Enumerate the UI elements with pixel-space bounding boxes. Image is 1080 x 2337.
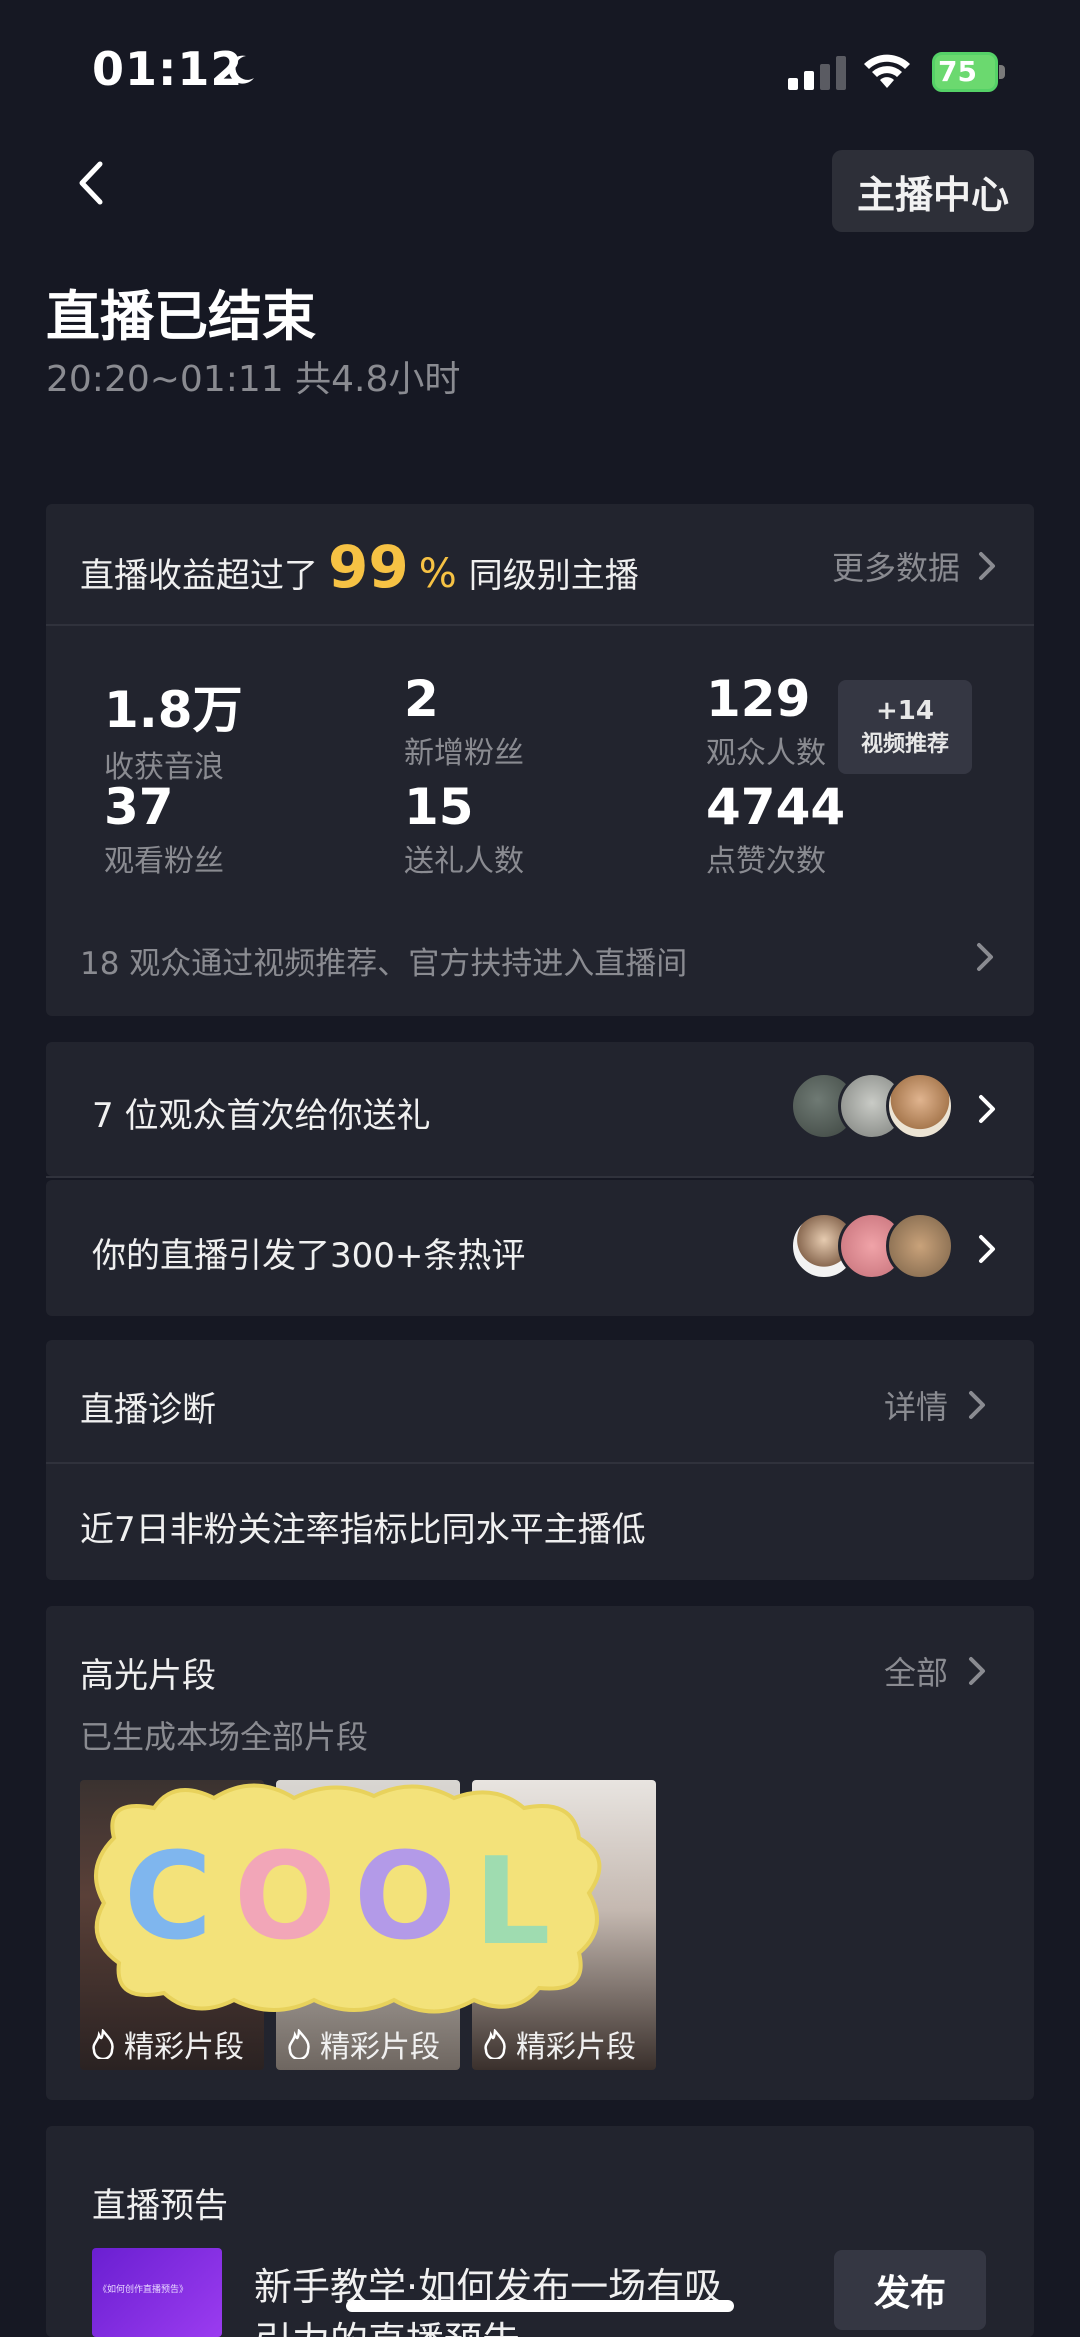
diagnosis-note: 近7日非粉关注率指标比同水平主播低 <box>80 1510 646 1550</box>
cellular-signal-icon <box>788 56 846 90</box>
more-data-label: 更多数据 <box>831 549 960 587</box>
cool-letter-o2: O <box>354 1828 456 1967</box>
tutorial-title-line2[interactable]: 引力的直播预告 <box>254 2310 520 2337</box>
clip-label-3: 精彩片段 <box>482 2022 636 2066</box>
stat-value: 129 <box>706 670 811 728</box>
cool-sticker: C O O L <box>94 1783 602 2014</box>
chevron-right-icon <box>979 1235 995 1263</box>
diagnosis-detail-link[interactable]: 详情 <box>884 1382 988 1428</box>
comment-avatars <box>790 1212 960 1284</box>
cool-letter-l: L <box>474 1833 550 1972</box>
stat-label: 点赞次数 <box>706 844 826 879</box>
cool-letter-o: O <box>234 1828 336 1967</box>
publish-button[interactable]: 发布 <box>834 2250 986 2330</box>
stat-label: 观众人数 <box>706 736 826 771</box>
highlights-title: 高光片段 <box>80 1656 216 1696</box>
diagnosis-title: 直播诊断 <box>80 1390 216 1430</box>
home-indicator[interactable] <box>346 2300 734 2312</box>
stat-watching-fans: 37 观看粉丝 <box>104 778 224 880</box>
avatar <box>886 1072 954 1140</box>
anchor-center-button[interactable]: 主播中心 <box>832 150 1034 232</box>
revenue-suffix: 同级别主播 <box>468 556 639 596</box>
more-data-link[interactable]: 更多数据 <box>832 543 998 589</box>
chevron-right-icon <box>969 1391 986 1419</box>
status-time: 01:12 <box>92 42 244 96</box>
battery-level: 75 <box>938 55 977 88</box>
highlights-all-link[interactable]: 全部 <box>884 1648 988 1694</box>
row-divider <box>46 1176 1034 1178</box>
flame-icon <box>92 2029 114 2059</box>
revenue-percent: 99 <box>328 533 409 601</box>
stat-value: 15 <box>404 778 474 836</box>
stat-value: 1.8万 <box>104 681 243 739</box>
battery-indicator: 75 <box>932 52 1006 92</box>
chevron-right-icon <box>979 1095 995 1123</box>
page-title: 直播已结束 <box>46 285 316 348</box>
avatar <box>886 1212 954 1280</box>
stat-income: 1.8万 收获音浪 <box>104 670 243 786</box>
clip-label-text: 精彩片段 <box>124 2030 244 2065</box>
live-preview-title: 直播预告 <box>92 2186 228 2226</box>
revenue-rank-line: 直播收益超过了 99% 同级别主播 <box>80 538 639 597</box>
flame-icon <box>288 2029 310 2059</box>
revenue-percent-sign: % <box>418 551 457 597</box>
stat-label: 新增粉丝 <box>404 736 524 771</box>
stat-value: 4744 <box>706 778 846 836</box>
highlights-subtitle: 已生成本场全部片段 <box>80 1718 369 1756</box>
tutorial-thumbnail[interactable]: 《如何创作直播预告》 <box>92 2248 222 2337</box>
chevron-right-icon <box>969 1657 986 1685</box>
revenue-prefix: 直播收益超过了 <box>80 556 318 596</box>
stat-viewers: 129 观众人数 <box>706 670 826 772</box>
wifi-icon <box>864 54 910 88</box>
stat-value: 2 <box>404 670 439 728</box>
highlights-all-label: 全部 <box>884 1654 949 1692</box>
stat-label: 送礼人数 <box>404 844 524 879</box>
hot-comments-text: 你的直播引发了300+条热评 <box>92 1236 526 1276</box>
stat-value: 37 <box>104 778 174 836</box>
recommend-label: 视频推荐 <box>860 732 949 757</box>
gift-avatars <box>790 1072 960 1144</box>
diagnosis-divider <box>46 1462 1034 1464</box>
flame-icon <box>484 2029 506 2059</box>
stats-divider <box>46 624 1034 626</box>
stat-label: 观看粉丝 <box>104 844 224 879</box>
chevron-right-icon <box>979 552 995 580</box>
chevron-right-icon[interactable] <box>974 940 996 974</box>
thumbnail-caption: 《如何创作直播预告》 <box>98 2285 189 2295</box>
first-gift-text: 7 位观众首次给你送礼 <box>92 1096 431 1136</box>
cool-letter-c: C <box>124 1828 212 1967</box>
stat-new-fans: 2 新增粉丝 <box>404 670 524 772</box>
live-duration: 20:20~01:11 共4.8小时 <box>46 359 461 400</box>
back-arrow-icon[interactable] <box>70 158 110 208</box>
video-recommend-badge: +14 视频推荐 <box>838 680 972 774</box>
traffic-source-note[interactable]: 18 观众通过视频推荐、官方扶持进入直播间 <box>80 938 687 983</box>
stat-likes: 4744 点赞次数 <box>706 778 845 880</box>
clip-label-text: 精彩片段 <box>516 2030 636 2065</box>
clip-label-1: 精彩片段 <box>90 2022 244 2066</box>
clip-label-2: 精彩片段 <box>286 2022 440 2066</box>
clip-label-text: 精彩片段 <box>320 2030 440 2065</box>
stat-gifters: 15 送礼人数 <box>404 778 524 880</box>
moon-icon <box>228 55 254 84</box>
recommend-count: +14 <box>876 696 934 726</box>
diagnosis-detail-label: 详情 <box>884 1388 949 1426</box>
